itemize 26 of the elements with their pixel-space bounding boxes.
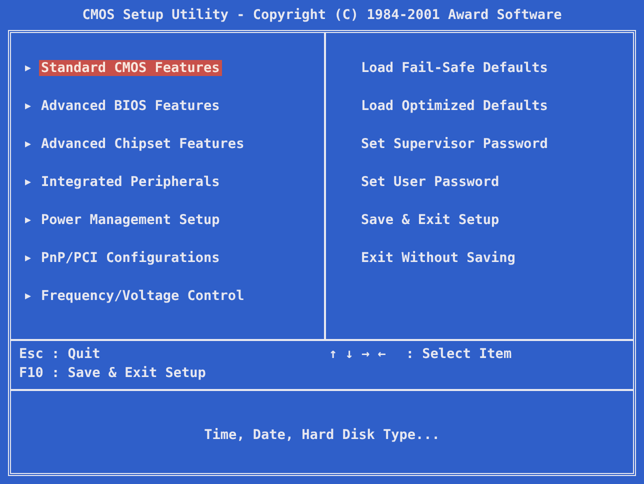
menu-item[interactable]: Frequency/Voltage Control bbox=[39, 288, 246, 304]
key-hint: F10 : Save & Exit Setup bbox=[19, 364, 207, 383]
key-hint: : Select Item bbox=[406, 345, 512, 364]
triangle-marker: ▶ bbox=[25, 138, 32, 150]
menu-item[interactable]: Standard CMOS Features bbox=[39, 60, 222, 76]
item-description: Time, Date, Hard Disk Type... bbox=[204, 426, 440, 444]
menu-item[interactable]: PnP/PCI Configurations bbox=[39, 250, 222, 266]
triangle-marker: ▶ bbox=[25, 214, 32, 226]
triangle-marker: ▶ bbox=[25, 252, 32, 264]
menu-item[interactable]: Set Supervisor Password bbox=[359, 136, 550, 152]
menu-item[interactable]: Exit Without Saving bbox=[359, 250, 518, 266]
screen-title: CMOS Setup Utility - Copyright (C) 1984-2001 Award Software bbox=[81, 6, 563, 25]
menu-item[interactable]: Load Optimized Defaults bbox=[359, 98, 550, 114]
menu-item[interactable]: Integrated Peripherals bbox=[39, 174, 222, 190]
menu-item[interactable]: Save & Exit Setup bbox=[359, 212, 502, 228]
menu-item[interactable]: Power Management Setup bbox=[39, 212, 222, 228]
menu-item[interactable]: Advanced Chipset Features bbox=[39, 136, 246, 152]
triangle-marker: ▶ bbox=[25, 290, 32, 302]
key-hint: Esc : Quit bbox=[19, 345, 102, 364]
menu-item[interactable]: Load Fail-Safe Defaults bbox=[359, 60, 550, 76]
triangle-marker: ▶ bbox=[25, 176, 32, 188]
triangle-marker: ▶ bbox=[25, 62, 32, 74]
triangle-marker: ▶ bbox=[25, 100, 32, 112]
menu-item[interactable]: Advanced BIOS Features bbox=[39, 98, 222, 114]
arrow-keys: ↑ ↓ → ← bbox=[329, 345, 386, 364]
menu-item[interactable]: Set User Password bbox=[359, 174, 502, 190]
